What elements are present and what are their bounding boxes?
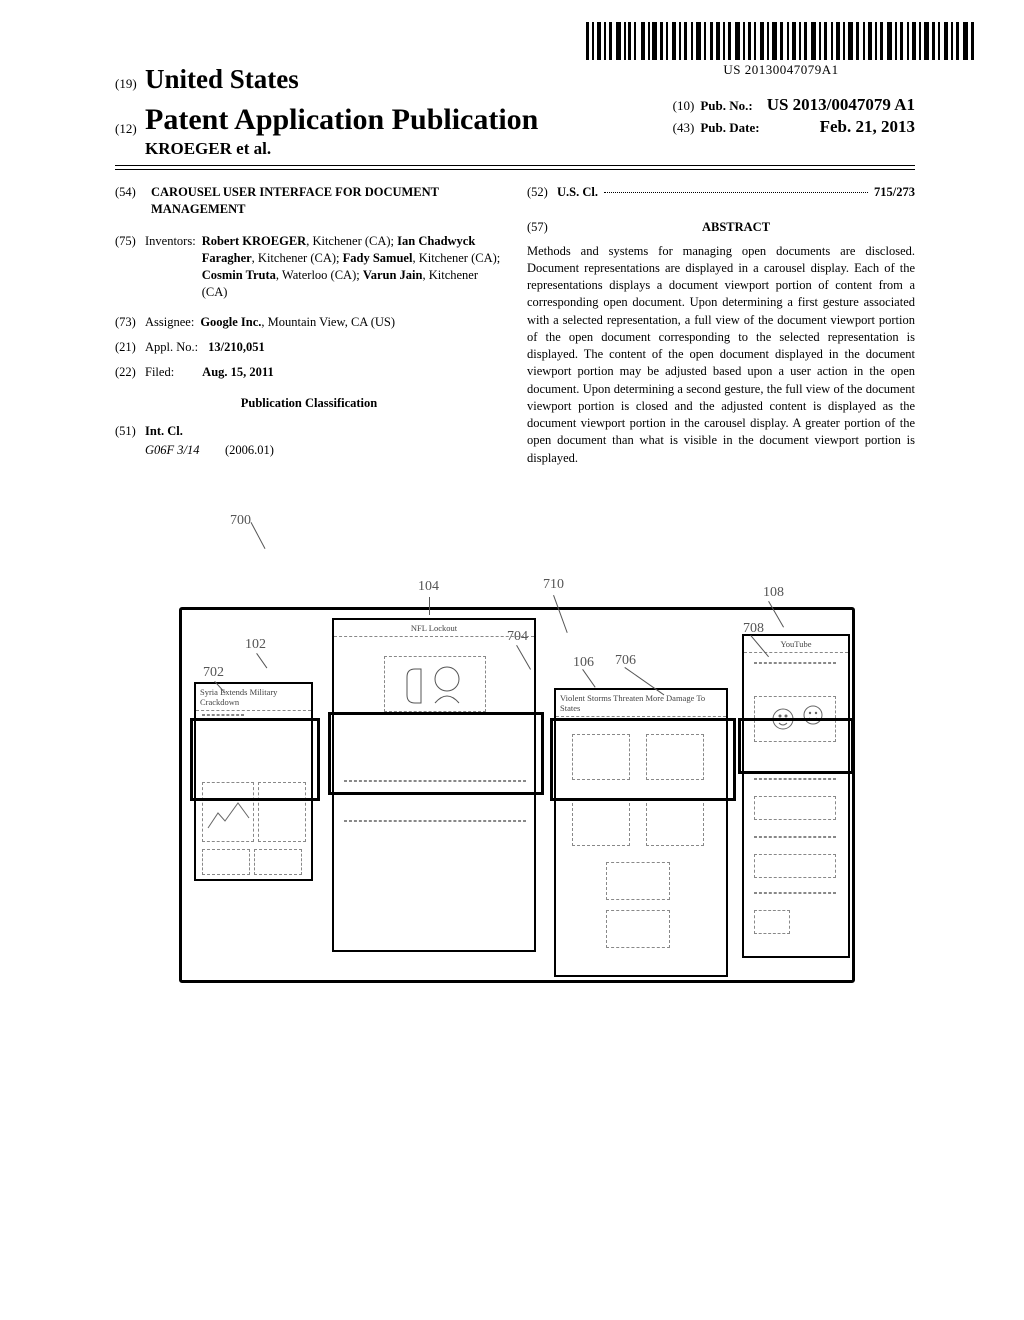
author-names: KROEGER et al.: [145, 139, 915, 159]
inventors-field: (75) Inventors: Robert KROEGER, Kitchene…: [115, 233, 503, 302]
int-cl-label: Int. Cl.: [145, 423, 183, 440]
pub-type-num: (12): [115, 121, 145, 137]
viewport-indicator: [190, 718, 320, 801]
pub-date-value: Feb. 21, 2013: [820, 117, 915, 137]
country-name: United States: [145, 64, 299, 95]
tile-title: Syria Extends Military Crackdown: [196, 684, 311, 711]
field-num: (73): [115, 314, 145, 331]
int-cl-date: (2006.01): [225, 442, 274, 459]
int-cl-field: (51) Int. Cl.: [115, 423, 503, 440]
bibliographic-body: (54) CAROUSEL USER INTERFACE FOR DOCUMEN…: [115, 184, 915, 467]
tile-title: Violent Storms Threaten More Damage To S…: [556, 690, 726, 717]
pub-date-label: Pub. Date:: [700, 120, 759, 136]
inventors-label: Inventors:: [145, 233, 196, 302]
inventors-list: Robert KROEGER, Kitchener (CA); Ian Chad…: [202, 233, 503, 302]
divider: [115, 165, 915, 166]
us-cl-field: (52) U.S. Cl. 715/273: [527, 184, 915, 201]
abstract-text: Methods and systems for managing open do…: [527, 243, 915, 467]
leader-line: [251, 522, 266, 549]
us-cl-label: U.S. Cl.: [557, 184, 598, 201]
viewport-indicator: [328, 712, 544, 795]
pub-date-num: (43): [673, 120, 695, 136]
field-num: (75): [115, 233, 145, 302]
ref-108: 108: [763, 585, 784, 601]
pub-no-value: US 2013/0047079 A1: [767, 95, 915, 115]
invention-title: CAROUSEL USER INTERFACE FOR DOCUMENT MAN…: [151, 184, 503, 219]
field-num: (22): [115, 364, 145, 381]
ref-710: 710: [543, 577, 564, 593]
assignee-label: Assignee:: [145, 314, 194, 331]
assignee-field: (73) Assignee: Google Inc., Mountain Vie…: [115, 314, 503, 331]
ref-104: 104: [418, 579, 439, 595]
viewport-indicator: [738, 718, 854, 774]
us-cl-value: 715/273: [874, 184, 915, 201]
appl-no-value: 13/210,051: [208, 339, 265, 356]
pub-no-num: (10): [673, 98, 695, 114]
device-frame: Syria Extends Military Crackdown NFL Loc…: [179, 607, 855, 983]
leader-line: [429, 597, 430, 615]
assignee-value: Google Inc., Mountain View, CA (US): [200, 314, 395, 331]
left-column: (54) CAROUSEL USER INTERFACE FOR DOCUMEN…: [115, 184, 503, 467]
divider: [115, 169, 915, 170]
document-header: (19) United States (12) Patent Applicati…: [115, 64, 915, 159]
filed-value: Aug. 15, 2011: [202, 364, 274, 381]
appl-no-field: (21) Appl. No.: 13/210,051: [115, 339, 503, 356]
tile-title: NFL Lockout: [334, 620, 534, 637]
field-num: (54): [115, 184, 145, 219]
viewport-indicator: [550, 718, 736, 801]
right-column: (52) U.S. Cl. 715/273 (57) ABSTRACT Meth…: [527, 184, 915, 467]
int-cl-code: G06F 3/14: [145, 442, 225, 459]
appl-no-label: Appl. No.:: [145, 339, 198, 356]
field-num: (21): [115, 339, 145, 356]
dotted-leader: [604, 192, 868, 193]
field-num: (57): [527, 219, 557, 236]
pub-no-label: Pub. No.:: [700, 98, 752, 114]
invention-title-field: (54) CAROUSEL USER INTERFACE FOR DOCUMEN…: [115, 184, 503, 219]
abstract-heading: ABSTRACT: [557, 219, 915, 236]
publication-type: Patent Application Publication: [145, 103, 538, 137]
field-num: (52): [527, 184, 557, 201]
filed-label: Filed:: [145, 364, 174, 381]
thumb-icon: [384, 656, 486, 712]
int-cl-row: G06F 3/14 (2006.01): [145, 442, 503, 459]
ref-700: 700: [230, 513, 251, 529]
patent-figure: 700 104 710 108 102 702 704 106 706 708 …: [115, 507, 915, 1003]
country-code-num: (19): [115, 76, 145, 92]
carousel-tile-4: YouTube: [742, 634, 850, 958]
classification-heading: Publication Classification: [115, 395, 503, 412]
field-num: (51): [115, 423, 145, 440]
filed-field: (22) Filed: Aug. 15, 2011: [115, 364, 503, 381]
